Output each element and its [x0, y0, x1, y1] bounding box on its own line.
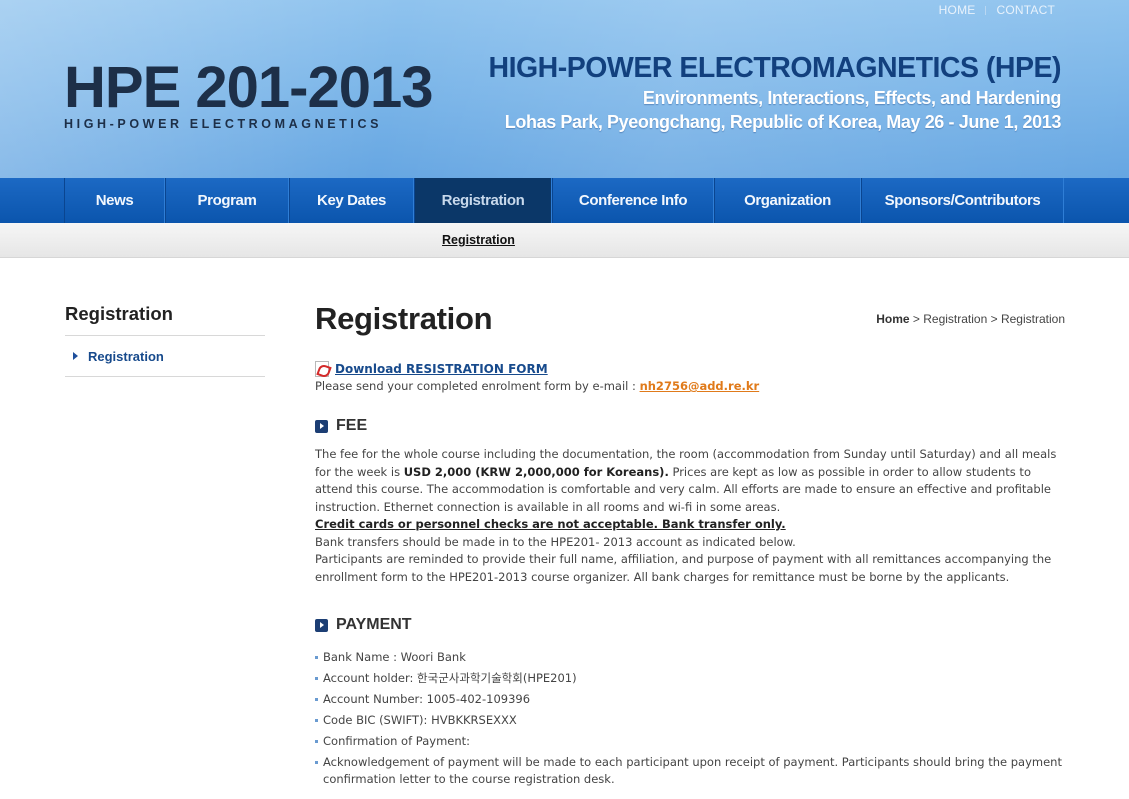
pdf-icon — [315, 361, 329, 377]
nav-item-sponsors[interactable]: Sponsors/Contributors — [861, 178, 1064, 223]
section-bullet-icon — [315, 419, 328, 433]
top-link-divider — [985, 5, 987, 15]
main-nav: News Program Key Dates Registration Conf… — [0, 178, 1129, 223]
site-header: HOME CONTACT HPE 201-2013 HIGH-POWER ELE… — [0, 0, 1129, 178]
nav-item-key-dates[interactable]: Key Dates — [289, 178, 414, 223]
nav-item-news[interactable]: News — [64, 178, 165, 223]
fee-amount: USD 2,000 (KRW 2,000,000 for Koreans). — [403, 464, 669, 479]
fee-heading-text: FEE — [336, 417, 368, 434]
payment-warning: Credit cards or personnel checks are not… — [315, 517, 786, 531]
remittance-note: Participants are reminded to provide the… — [315, 552, 1052, 584]
breadcrumb-current: Registration — [1000, 312, 1065, 326]
payment-details-list: Bank Name : Woori Bank Account holder: 한… — [315, 649, 1067, 792]
breadcrumb-level1: Registration — [923, 312, 988, 326]
chevron-right-icon — [73, 352, 78, 360]
fee-paragraph: The fee for the whole course including t… — [315, 446, 1067, 516]
payment-heading-text: PAYMENT — [336, 616, 412, 633]
list-item: Bank Name : Woori Bank — [315, 649, 1067, 666]
sidebar-item-label: Registration — [88, 348, 164, 364]
sub-nav: Registration — [0, 223, 1129, 258]
conference-banner: HIGH-POWER ELECTROMAGNETICS (HPE) Enviro… — [489, 50, 1062, 134]
download-registration-form-link[interactable]: Download RESISTRATION FORM — [335, 362, 548, 376]
top-link-contact[interactable]: CONTACT — [996, 3, 1055, 17]
send-instructions: Please send your completed enrolment for… — [315, 379, 759, 393]
send-instructions-text: Please send your completed enrolment for… — [315, 379, 640, 393]
nav-item-registration[interactable]: Registration — [414, 178, 552, 223]
sidebar-item-registration[interactable]: Registration — [65, 336, 265, 377]
top-link-home[interactable]: HOME — [939, 3, 976, 17]
conference-subtitle: Environments, Interactions, Effects, and… — [642, 88, 1061, 108]
download-row: Download RESISTRATION FORM — [315, 361, 548, 377]
list-item: Acknowledgement of payment will be made … — [315, 754, 1067, 788]
top-links: HOME CONTACT — [939, 3, 1055, 17]
conference-title: HIGH-POWER ELECTROMAGNETICS (HPE) — [488, 52, 1062, 84]
list-item: Code BIC (SWIFT): HVBKKRSEXXX — [315, 712, 1067, 729]
nav-item-organization[interactable]: Organization — [714, 178, 861, 223]
breadcrumb-separator: > — [987, 312, 1001, 326]
breadcrumb-home[interactable]: Home — [876, 312, 909, 326]
main-content: Registration Home > Registration > Regis… — [315, 298, 1065, 786]
nav-item-program[interactable]: Program — [165, 178, 289, 223]
section-bullet-icon — [315, 618, 328, 632]
bank-transfer-note: Bank transfers should be made in to the … — [315, 534, 796, 549]
logo-subtitle: HIGH-POWER ELECTROMAGNETICS — [64, 117, 383, 131]
fee-heading: FEE — [315, 417, 367, 435]
sidebar: Registration Registration — [65, 303, 265, 377]
email-link[interactable]: nh2756@add.re.kr — [640, 379, 760, 393]
nav-item-conference-info[interactable]: Conference Info — [552, 178, 714, 223]
fee-description: The fee for the whole course including t… — [315, 446, 1067, 586]
list-item: Account holder: 한국군사과학기술학회(HPE201) — [315, 670, 1067, 687]
list-item: Account Number: 1005-402-109396 — [315, 691, 1067, 708]
payment-heading: PAYMENT — [315, 616, 412, 634]
list-item: Confirmation of Payment: — [315, 733, 1067, 750]
subnav-item-registration[interactable]: Registration — [442, 233, 515, 247]
conference-location: Lohas Park, Pyeongchang, Republic of Kor… — [504, 112, 1062, 132]
logo-title: HPE 201-2013 — [64, 55, 433, 120]
sidebar-title: Registration — [65, 303, 265, 336]
site-logo[interactable]: HPE 201-2013 HIGH-POWER ELECTROMAGNETICS — [64, 55, 433, 132]
breadcrumb-separator: > — [909, 312, 924, 326]
breadcrumb: Home > Registration > Registration — [876, 312, 1065, 326]
